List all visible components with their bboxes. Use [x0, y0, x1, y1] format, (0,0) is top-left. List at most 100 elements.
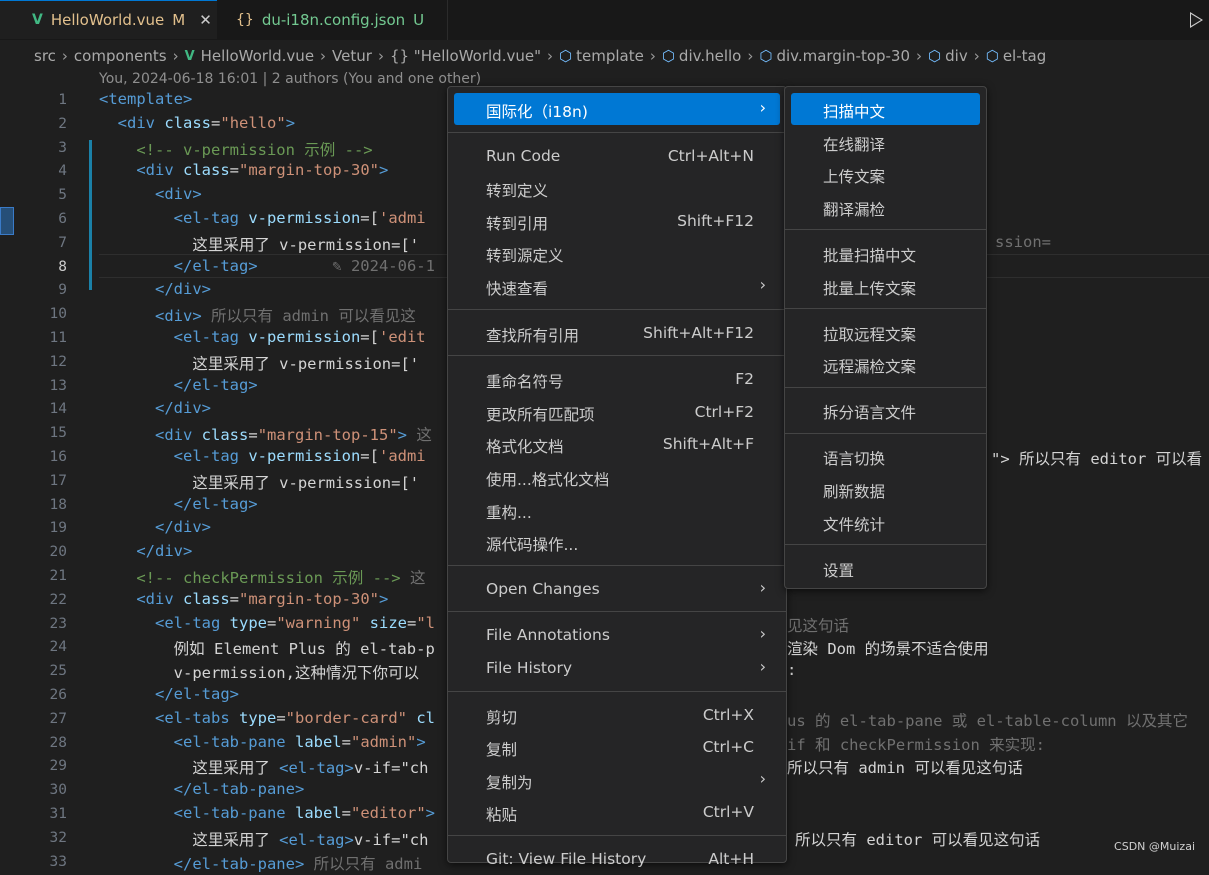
menu-item[interactable]: 设置	[791, 552, 980, 584]
line-number: 16	[49, 449, 67, 465]
menu-item-shortcut: Ctrl+F2	[694, 402, 754, 421]
menu-separator	[785, 543, 986, 545]
menu-item[interactable]: 批量上传文案	[791, 270, 980, 302]
code-token: [	[369, 447, 379, 465]
menu-item[interactable]: 剪切 Ctrl+X	[454, 699, 780, 731]
breadcrumb-item[interactable]: template	[576, 47, 644, 65]
menu-item[interactable]: 文件统计	[791, 506, 980, 538]
menu-item[interactable]: 重构...	[454, 494, 780, 526]
code-token: 这里采用了 v-permission=['	[99, 235, 420, 254]
code-token: <el-tag	[173, 328, 249, 346]
run-icon[interactable]	[1190, 12, 1203, 28]
menu-item[interactable]: 转到源定义	[454, 237, 780, 269]
menu-item[interactable]: 复制 Ctrl+C	[454, 731, 780, 763]
line-number: 8	[58, 258, 67, 275]
code-token: 这里采用了 v-permission=['	[99, 473, 420, 492]
menu-item[interactable]: Open Changes ›	[454, 573, 780, 605]
menu-item[interactable]: 使用...格式化文档	[454, 461, 780, 493]
code-token: type	[239, 708, 277, 727]
code-token: class	[201, 426, 249, 445]
cube-icon: ⬡	[661, 47, 675, 65]
breadcrumb-item[interactable]: {} "HelloWorld.vue"	[390, 47, 541, 65]
code-token: =	[360, 209, 370, 227]
line-number: 14	[49, 401, 67, 418]
breadcrumb-item[interactable]: Vetur	[332, 47, 372, 65]
menu-item[interactable]: 翻译漏检	[791, 191, 980, 223]
menu-item[interactable]: 格式化文档 Shift+Alt+F	[454, 428, 780, 460]
menu-item[interactable]: 更改所有匹配项 Ctrl+F2	[454, 396, 780, 428]
menu-item[interactable]: 查找所有引用 Shift+Alt+F12	[454, 317, 780, 349]
line-number: 28	[49, 734, 67, 751]
breadcrumb-item[interactable]: HelloWorld.vue	[201, 47, 314, 65]
line-number: 13	[49, 377, 67, 394]
menu-separator	[785, 432, 986, 434]
menu-item[interactable]: 转到引用 Shift+F12	[454, 205, 780, 237]
menu-item[interactable]: 重命名符号 F2	[454, 363, 780, 395]
menu-item[interactable]: 语言切换	[791, 440, 980, 472]
breadcrumb-item[interactable]: components	[74, 47, 167, 65]
tab-label: HelloWorld.vue	[50, 11, 165, 29]
git-blame-codelens[interactable]: You, 2024-06-18 16:01 | 2 authors (You a…	[99, 71, 481, 87]
close-icon[interactable]: ✕	[199, 11, 212, 29]
tab-du-i18n-config[interactable]: {} du-i18n.config.json U	[218, 0, 448, 40]
menu-item[interactable]: 转到定义	[454, 172, 780, 204]
menu-item[interactable]: 拉取远程文案	[791, 316, 980, 348]
menu-item-label: Run Code	[486, 146, 561, 165]
code-token: </div>	[136, 542, 193, 561]
menu-item[interactable]: 远程漏检文案	[791, 348, 980, 380]
code-token: </el-tab-pane>	[173, 780, 305, 799]
code-token: <el-tag	[173, 209, 249, 227]
line-number: 22	[49, 591, 67, 608]
code-token: class	[164, 113, 212, 132]
menu-item[interactable]: File History ›	[454, 652, 780, 684]
breadcrumb-item[interactable]: el-tag	[1003, 47, 1046, 65]
code-token: v-if="ch	[353, 830, 429, 849]
code-token: v-if="ch	[353, 759, 429, 778]
code-text: <!-- checkPermission 示例 --> 这	[99, 566, 425, 588]
menu-item-label: 剪切	[486, 708, 518, 727]
code-token: =	[266, 613, 277, 632]
breadcrumb-item[interactable]: div	[945, 47, 968, 65]
menu-item[interactable]: File Annotations ›	[454, 619, 780, 651]
menu-item[interactable]: 复制为 ›	[454, 764, 780, 796]
menu-item[interactable]: Git: View File History Alt+H	[454, 843, 780, 875]
code-text: <div> 所以只有 admin 可以看见这	[99, 304, 416, 326]
menu-item[interactable]: 扫描中文	[791, 93, 980, 125]
menu-item[interactable]: 快速查看 ›	[454, 270, 780, 302]
chevron-right-icon: ›	[759, 657, 766, 676]
menu-item-shortcut: Shift+Alt+F12	[643, 323, 754, 342]
menu-item[interactable]: 国际化（i18n) ›	[454, 93, 780, 125]
breadcrumb-item[interactable]: div.hello	[679, 47, 741, 65]
vue-icon: V	[184, 48, 195, 64]
chevron-right-icon: ›	[61, 47, 68, 65]
menu-item[interactable]: 拆分语言文件	[791, 394, 980, 426]
code-text: 这里采用了 v-permission=['	[99, 471, 419, 493]
menu-item[interactable]: 批量扫描中文	[791, 237, 980, 269]
breadcrumb-item[interactable]: div.margin-top-30	[776, 47, 910, 65]
menu-item-shortcut: Shift+Alt+F	[662, 435, 754, 454]
menu-item[interactable]: 源代码操作...	[454, 526, 780, 558]
code-token: <el-tag>	[279, 759, 354, 778]
menu-item[interactable]: 上传文案	[791, 158, 980, 190]
breadcrumb-item[interactable]: src	[34, 47, 56, 65]
menu-item-shortcut: Ctrl+X	[702, 705, 754, 724]
code-text: <div>	[99, 185, 202, 203]
line-number: 5	[58, 187, 67, 204]
menu-item[interactable]: 刷新数据	[791, 473, 980, 505]
menu-item-label: File History	[486, 659, 573, 677]
menu-item[interactable]: 在线翻译	[791, 126, 980, 158]
menu-item[interactable]: Run Code Ctrl+Alt+N	[454, 140, 780, 172]
tab-bar: V HelloWorld.vue M ✕ {} du-i18n.config.j…	[0, 0, 1209, 40]
code-token: "margin-top-15"	[257, 426, 398, 445]
menu-item[interactable]: 粘贴 Ctrl+V	[454, 796, 780, 828]
chevron-right-icon: ›	[759, 624, 766, 644]
code-token: =	[229, 589, 240, 608]
tab-helloworld-vue[interactable]: V HelloWorld.vue M ✕	[0, 0, 217, 39]
code-token: >	[397, 426, 408, 445]
code-text: </div>	[99, 542, 192, 560]
